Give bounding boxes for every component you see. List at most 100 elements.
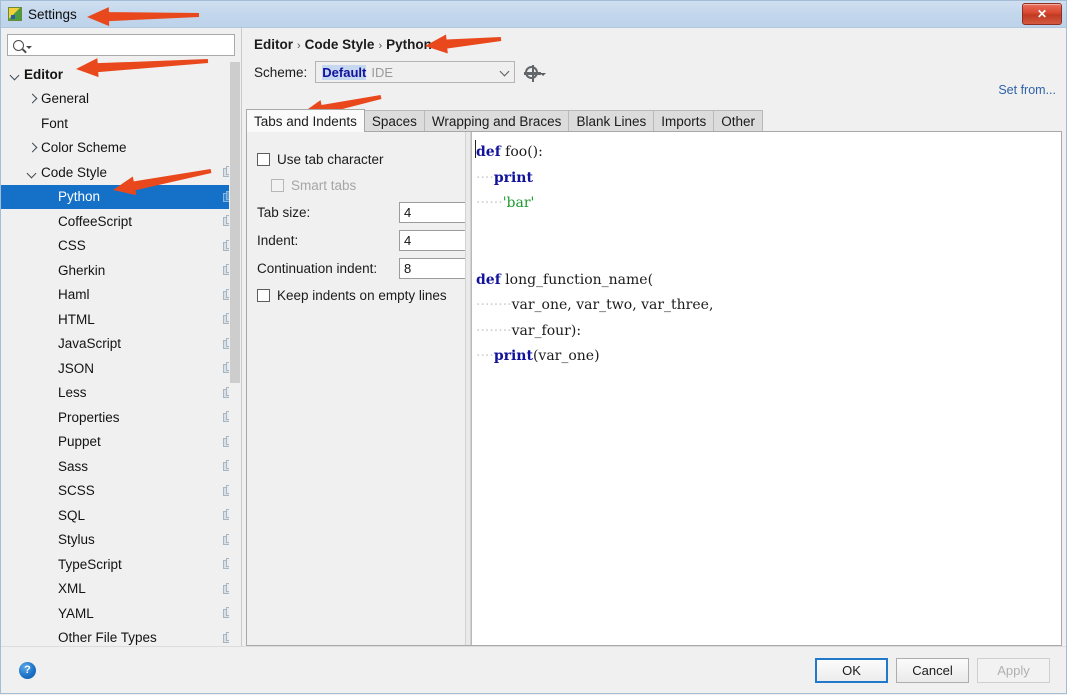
breadcrumb-part-editor: Editor — [254, 37, 293, 52]
sidebar-item-stylus[interactable]: Stylus — [1, 528, 241, 553]
tab-other[interactable]: Other — [713, 110, 764, 131]
title-bar: Settings ✕ — [1, 1, 1066, 28]
code-token: var_one, — [511, 297, 572, 313]
sidebar-item-other-file-types[interactable]: Other File Types — [1, 626, 241, 647]
tab-wrapping-and-braces[interactable]: Wrapping and Braces — [423, 110, 570, 131]
sidebar-item-python[interactable]: Python — [1, 184, 241, 209]
breadcrumb-part-code-style: Code Style — [304, 37, 375, 52]
sidebar-item-gherkin[interactable]: Gherkin — [1, 258, 241, 283]
use-tab-character-checkbox[interactable] — [257, 152, 270, 166]
sidebar-item-javascript[interactable]: JavaScript — [1, 332, 241, 357]
tab-spaces[interactable]: Spaces — [363, 110, 425, 131]
breadcrumb: Editor › Code Style › Python — [242, 28, 1066, 52]
code-line: ····print(var_one) — [476, 344, 1061, 370]
breadcrumb-separator: › — [297, 40, 301, 52]
code-token: 'bar' — [502, 195, 535, 211]
settings-tree-scroll: Editor General Font Color Scheme Code Style P… — [1, 62, 241, 646]
sidebar-item-editor[interactable]: Editor — [1, 62, 241, 87]
chevron-down-icon[interactable] — [26, 166, 39, 179]
chevron-right-icon[interactable] — [26, 141, 39, 154]
sidebar-item-sql[interactable]: SQL — [1, 503, 241, 528]
sidebar-item-label: CSS — [58, 238, 86, 254]
sidebar-scrollbar[interactable] — [229, 62, 241, 646]
continuation-indent-row: Continuation indent: — [257, 254, 467, 282]
tab-size-input[interactable] — [399, 201, 467, 223]
chevron-down-icon[interactable] — [9, 68, 22, 81]
keep-indents-checkbox[interactable] — [257, 288, 270, 302]
tab-label: Wrapping and Braces — [431, 113, 562, 129]
sidebar-item-json[interactable]: JSON — [1, 356, 241, 381]
sidebar-item-xml[interactable]: XML — [1, 577, 241, 602]
sidebar-item-typescript[interactable]: TypeScript — [1, 552, 241, 577]
tab-blank-lines[interactable]: Blank Lines — [568, 110, 655, 131]
code-token: ········ — [476, 297, 512, 313]
code-token: long_function_name( — [505, 271, 654, 288]
ok-button[interactable]: OK — [815, 657, 888, 683]
chevron-right-icon[interactable] — [26, 92, 39, 105]
sidebar-scrollbar-thumb[interactable] — [230, 62, 240, 384]
sidebar-item-general[interactable]: General — [1, 87, 241, 112]
code-preview[interactable]: def foo(): ····print ······'bar' def long_… — [471, 132, 1061, 645]
sidebar-item-sass[interactable]: Sass — [1, 454, 241, 479]
set-from-row: Set from... — [242, 83, 1066, 103]
scheme-settings-button[interactable] — [524, 64, 547, 82]
sidebar-item-properties[interactable]: Properties — [1, 405, 241, 430]
search-input[interactable] — [32, 35, 234, 55]
code-line: def foo(): — [476, 140, 1061, 166]
sidebar-item-label: Python — [58, 189, 101, 205]
indent-input[interactable] — [399, 229, 467, 251]
sidebar-item-label: HTML — [58, 311, 95, 327]
sidebar-item-html[interactable]: HTML — [1, 307, 241, 332]
breadcrumb-part-python: Python — [386, 37, 432, 52]
sidebar-item-color-scheme[interactable]: Color Scheme — [1, 136, 241, 161]
tab-label: Blank Lines — [576, 113, 647, 129]
sidebar-item-label: Puppet — [58, 434, 101, 450]
sidebar-item-less[interactable]: Less — [1, 381, 241, 406]
keep-indents-row[interactable]: Keep indents on empty lines — [257, 282, 465, 308]
tab-label: Other — [721, 113, 756, 129]
search-box[interactable] — [7, 34, 235, 56]
sidebar-item-puppet[interactable]: Puppet — [1, 430, 241, 455]
close-icon[interactable]: ✕ — [1022, 3, 1062, 25]
breadcrumb-separator: › — [378, 40, 383, 52]
set-from-link[interactable]: Set from... — [998, 83, 1056, 97]
smart-tabs-label: Smart tabs — [291, 177, 357, 193]
help-icon[interactable]: ? — [19, 661, 36, 679]
dialog-body: Editor General Font Color Scheme Code Style P… — [1, 28, 1066, 646]
tab-imports[interactable]: Imports — [653, 110, 715, 131]
sidebar-item-label: TypeScript — [58, 556, 122, 572]
code-token: ······ — [476, 195, 503, 211]
sidebar-item-haml[interactable]: Haml — [1, 283, 241, 308]
sidebar-item-label: JSON — [58, 360, 95, 376]
sidebar-item-css[interactable]: CSS — [1, 234, 241, 259]
scheme-select[interactable]: Default IDE — [315, 61, 516, 83]
sidebar-item-yaml[interactable]: YAML — [1, 601, 241, 626]
indent-row: Indent: — [257, 226, 467, 254]
use-tab-character-row[interactable]: Use tab character — [257, 146, 465, 172]
cancel-button[interactable]: Cancel — [896, 657, 969, 683]
sidebar-item-label: SQL — [58, 507, 86, 523]
code-token: var_three, — [641, 297, 714, 313]
code-token: (var_one) — [532, 348, 600, 364]
tab-label: Imports — [661, 113, 707, 129]
sidebar-item-scss[interactable]: SCSS — [1, 479, 241, 504]
tab-content: Use tab character Smart tabs Tab size: I… — [246, 131, 1062, 646]
continuation-indent-input[interactable] — [399, 257, 467, 279]
sidebar-item-font[interactable]: Font — [1, 111, 241, 136]
sidebar-item-coffeescript[interactable]: CoffeeScript — [1, 209, 241, 234]
sidebar-item-label: General — [41, 91, 90, 107]
code-token: var_four): — [511, 322, 582, 339]
dialog-buttons: OK Cancel Apply — [815, 657, 1050, 683]
tab-tabs-and-indents[interactable]: Tabs and Indents — [246, 109, 365, 132]
sidebar-item-code-style[interactable]: Code Style — [1, 160, 241, 185]
